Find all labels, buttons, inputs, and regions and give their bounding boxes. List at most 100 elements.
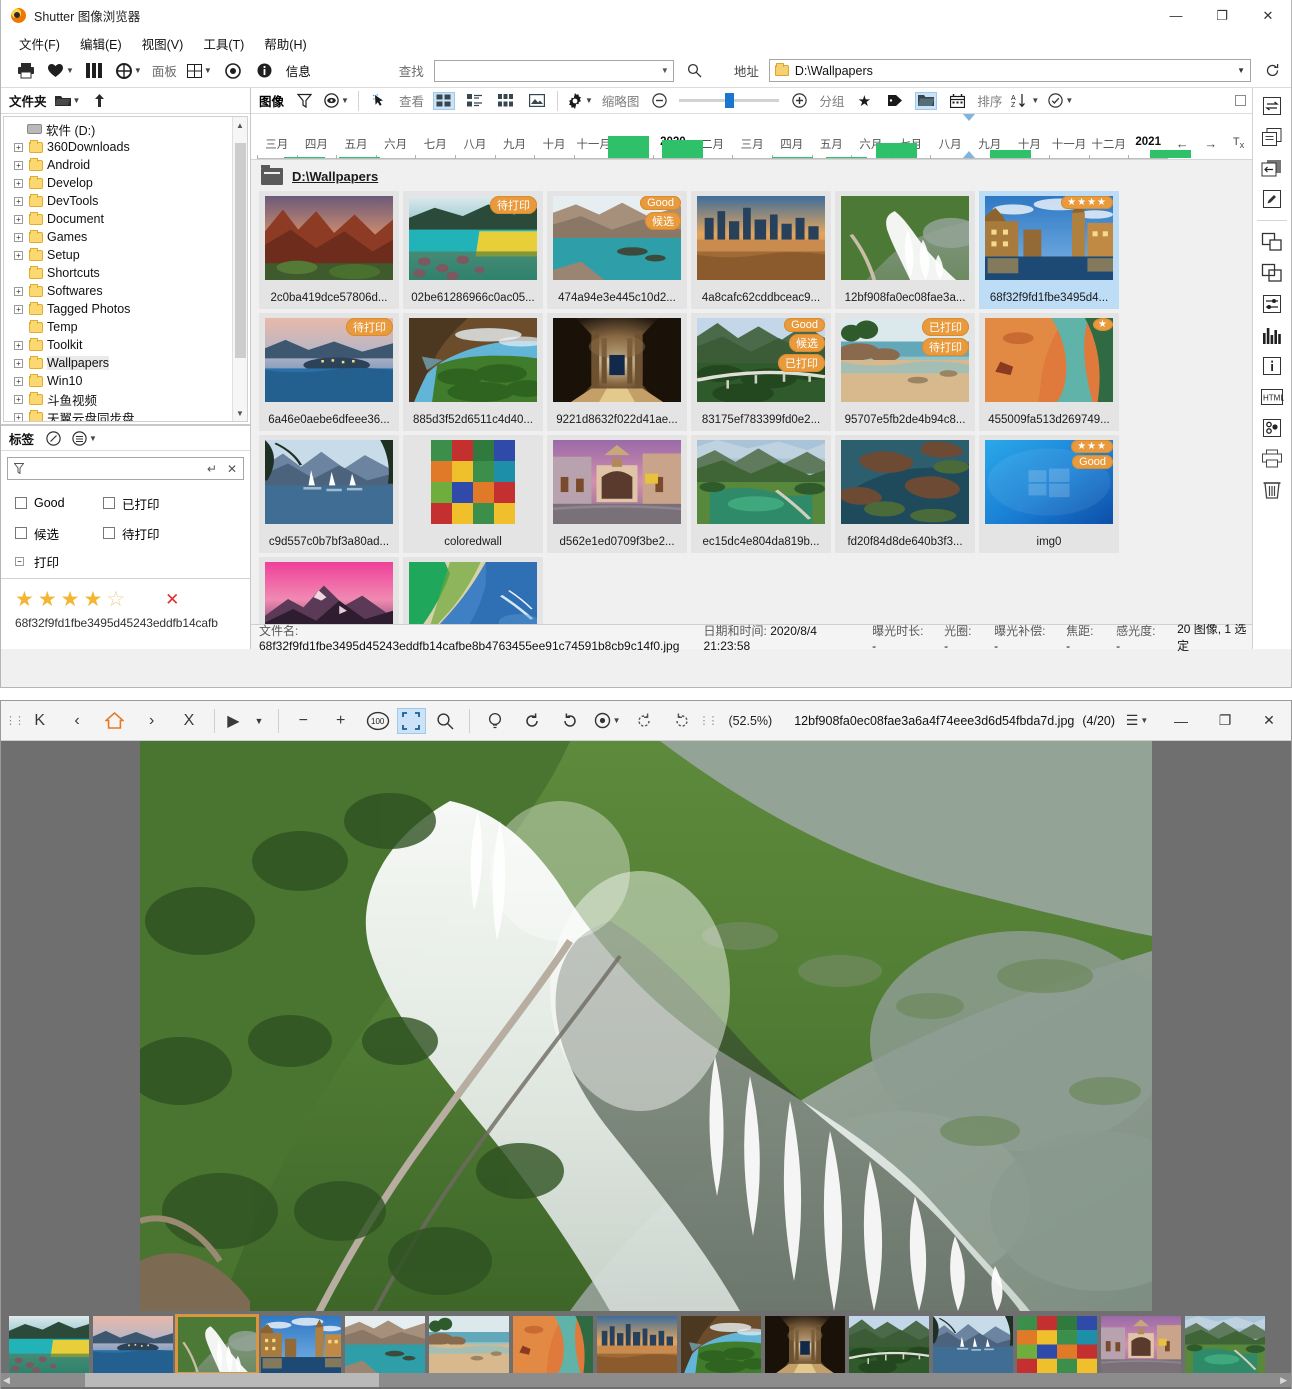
timeline-bar[interactable] xyxy=(876,143,918,158)
refresh-icon[interactable] xyxy=(1261,59,1283,83)
expander-icon[interactable]: + xyxy=(14,250,23,260)
thumbnail-cell[interactable]: 已打印 待打印 95707e5fb2de4b94c8... xyxy=(835,313,975,431)
thumbnail-cell[interactable]: coloredwall xyxy=(403,435,543,553)
viewer-menu-button[interactable]: ☰ ▼ xyxy=(1115,701,1159,741)
expander-icon[interactable]: + xyxy=(14,376,23,386)
menu-file[interactable]: 文件(F) xyxy=(19,34,60,53)
move-left-icon[interactable] xyxy=(1260,156,1284,180)
tag-checkbox-printed[interactable]: 已打印 xyxy=(103,494,191,513)
timeline-next-icon[interactable]: → xyxy=(1204,136,1217,151)
target-circle-icon[interactable] xyxy=(222,59,244,83)
redo-icon[interactable] xyxy=(663,706,700,736)
lightbulb-icon[interactable] xyxy=(476,706,513,736)
histogram-icon[interactable] xyxy=(1260,323,1284,347)
thumbnail-grid[interactable]: 2c0ba419dce57806d... 待打印 02be61286966c0ac0… xyxy=(251,191,1252,624)
thumbnail-image[interactable]: ★ xyxy=(985,318,1113,402)
expander-icon[interactable]: + xyxy=(14,286,23,296)
home-icon[interactable] xyxy=(96,706,133,736)
undo-icon[interactable] xyxy=(626,706,663,736)
minimize-button[interactable]: — xyxy=(1153,0,1199,32)
expander-icon[interactable]: + xyxy=(14,232,23,242)
open-folder-icon[interactable]: ▼ xyxy=(54,89,80,113)
zoom-100-button[interactable]: 100 xyxy=(359,706,396,736)
thumbnail-image[interactable] xyxy=(265,562,393,624)
group-by-date-icon[interactable] xyxy=(946,89,968,113)
star-icon[interactable]: ★ xyxy=(15,589,34,610)
select-cursor-icon[interactable] xyxy=(368,89,390,113)
timeline-bar[interactable] xyxy=(771,157,813,158)
slideshow-play-button[interactable]: ▶ xyxy=(221,706,247,736)
adjust-sliders-icon[interactable] xyxy=(1260,292,1284,316)
chevron-down-icon[interactable]: ▼ xyxy=(661,66,669,75)
zoom-out-button[interactable]: − xyxy=(285,706,322,736)
tree-item-cloud-sync[interactable]: + 天翼云盘同步盘 xyxy=(8,408,247,421)
settings-gear-icon[interactable]: ▼ xyxy=(588,706,625,736)
thumbnail-cell[interactable]: 885d3f52d6511c4d40... xyxy=(403,313,543,431)
filmstrip-thumbnail[interactable] xyxy=(1017,1316,1097,1373)
thumbnail-cell[interactable]: 2c0ba419dce57806d... xyxy=(259,191,399,309)
thumbnail-image[interactable]: 待打印 xyxy=(265,318,393,402)
maximize-button[interactable]: ❐ xyxy=(1199,0,1245,32)
chevron-down-icon[interactable]: ▼ xyxy=(1237,66,1245,75)
globe-icon[interactable]: ▼ xyxy=(115,59,142,83)
filmstrip[interactable]: ◀ ▶ xyxy=(1,1311,1291,1389)
filmstrip-thumbnail[interactable] xyxy=(9,1316,89,1373)
columns-icon[interactable] xyxy=(84,59,106,83)
thumbnail-image[interactable] xyxy=(431,440,515,524)
eye-target-icon[interactable]: ▼ xyxy=(324,89,349,113)
edit-tag-icon[interactable] xyxy=(42,426,64,450)
thumbnail-image[interactable] xyxy=(265,440,393,524)
menu-help[interactable]: 帮助(H) xyxy=(264,34,306,53)
expander-icon[interactable]: + xyxy=(14,358,23,368)
thumbnail-cell[interactable]: Good 候选 已打印 83175ef783399fd0e2... xyxy=(691,313,831,431)
check-circle-icon[interactable]: ▼ xyxy=(1048,89,1073,113)
chevron-down-icon[interactable]: ▼ xyxy=(341,96,349,105)
previous-image-button[interactable]: ‹ xyxy=(58,706,95,736)
thumbnail-cell[interactable]: d562e1ed0709f3be2... xyxy=(547,435,687,553)
tree-item-games[interactable]: + Games xyxy=(8,228,247,246)
tree-item-drive[interactable]: 软件 (D:) xyxy=(8,120,247,138)
timeline-bar[interactable] xyxy=(990,150,1032,158)
tree-item-douyu[interactable]: + 斗鱼视频 xyxy=(8,390,247,408)
filmstrip-thumbnail[interactable] xyxy=(175,1314,259,1375)
thumbnail-image[interactable]: Good 候选 xyxy=(553,196,681,280)
thumbnail-image[interactable]: 已打印 待打印 xyxy=(841,318,969,402)
tree-item-temp[interactable]: Temp xyxy=(8,318,247,336)
go-up-icon[interactable] xyxy=(88,89,110,113)
toolbar-grip-handle[interactable]: ⋮⋮ xyxy=(698,708,718,734)
close-button[interactable]: ✕ xyxy=(1245,0,1291,32)
timeline-prev-icon[interactable]: ← xyxy=(1176,136,1189,151)
thumbnail-cell[interactable]: ★★★ Good img0 xyxy=(979,435,1119,553)
delete-icon[interactable] xyxy=(1260,478,1284,502)
compare-icon[interactable] xyxy=(1260,261,1284,285)
star-icon[interactable]: ★ xyxy=(83,589,102,610)
thumbnail-cell[interactable]: ★ 455009fa513d269749... xyxy=(979,313,1119,431)
timeline-bar[interactable] xyxy=(662,140,704,158)
info-icon[interactable] xyxy=(254,59,276,83)
thumbnail-cell[interactable]: 4a8cafc62cddbceac9... xyxy=(691,191,831,309)
info-icon[interactable] xyxy=(1260,354,1284,378)
chevron-down-icon[interactable]: ▼ xyxy=(89,434,97,443)
expander-icon[interactable]: + xyxy=(14,178,23,188)
thumbnail-cell[interactable]: mountain xyxy=(259,557,399,624)
checkbox-icon[interactable] xyxy=(15,527,27,539)
tree-scrollbar[interactable]: ▲ ▼ xyxy=(232,117,247,421)
view-filmstrip-button[interactable] xyxy=(495,89,517,113)
chevron-down-icon[interactable]: ▼ xyxy=(585,96,593,105)
thumbnail-image[interactable]: ★★★★ xyxy=(985,196,1113,280)
view-details-button[interactable] xyxy=(464,89,486,113)
rating-bar[interactable]: ★ ★ ★ ★ ☆ ✕ xyxy=(1,578,250,610)
thumbnail-image[interactable] xyxy=(409,562,537,624)
clear-icon[interactable]: ✕ xyxy=(227,462,237,476)
thumbnail-cell[interactable]: ★★★★ 68f32f9fd1fbe3495d4... xyxy=(979,191,1119,309)
favorite-heart-icon[interactable]: ▼ xyxy=(47,59,74,83)
checkbox-icon[interactable] xyxy=(15,497,27,509)
zoom-out-icon[interactable] xyxy=(648,89,670,113)
menu-edit[interactable]: 编辑(E) xyxy=(80,34,122,53)
view-label[interactable]: 查看 xyxy=(399,91,424,110)
thumbnail-cell[interactable]: 12bf908fa0ec08fae3a... xyxy=(835,191,975,309)
scroll-right-icon[interactable]: ▶ xyxy=(1280,1373,1287,1387)
filmstrip-items[interactable] xyxy=(1,1314,1265,1375)
main-image[interactable] xyxy=(140,741,1152,1311)
timeline-graph[interactable]: 三月四月五月六月七月八月九月十月十一月十二月2020二月三月四月五月六月七月八月… xyxy=(257,114,1191,159)
